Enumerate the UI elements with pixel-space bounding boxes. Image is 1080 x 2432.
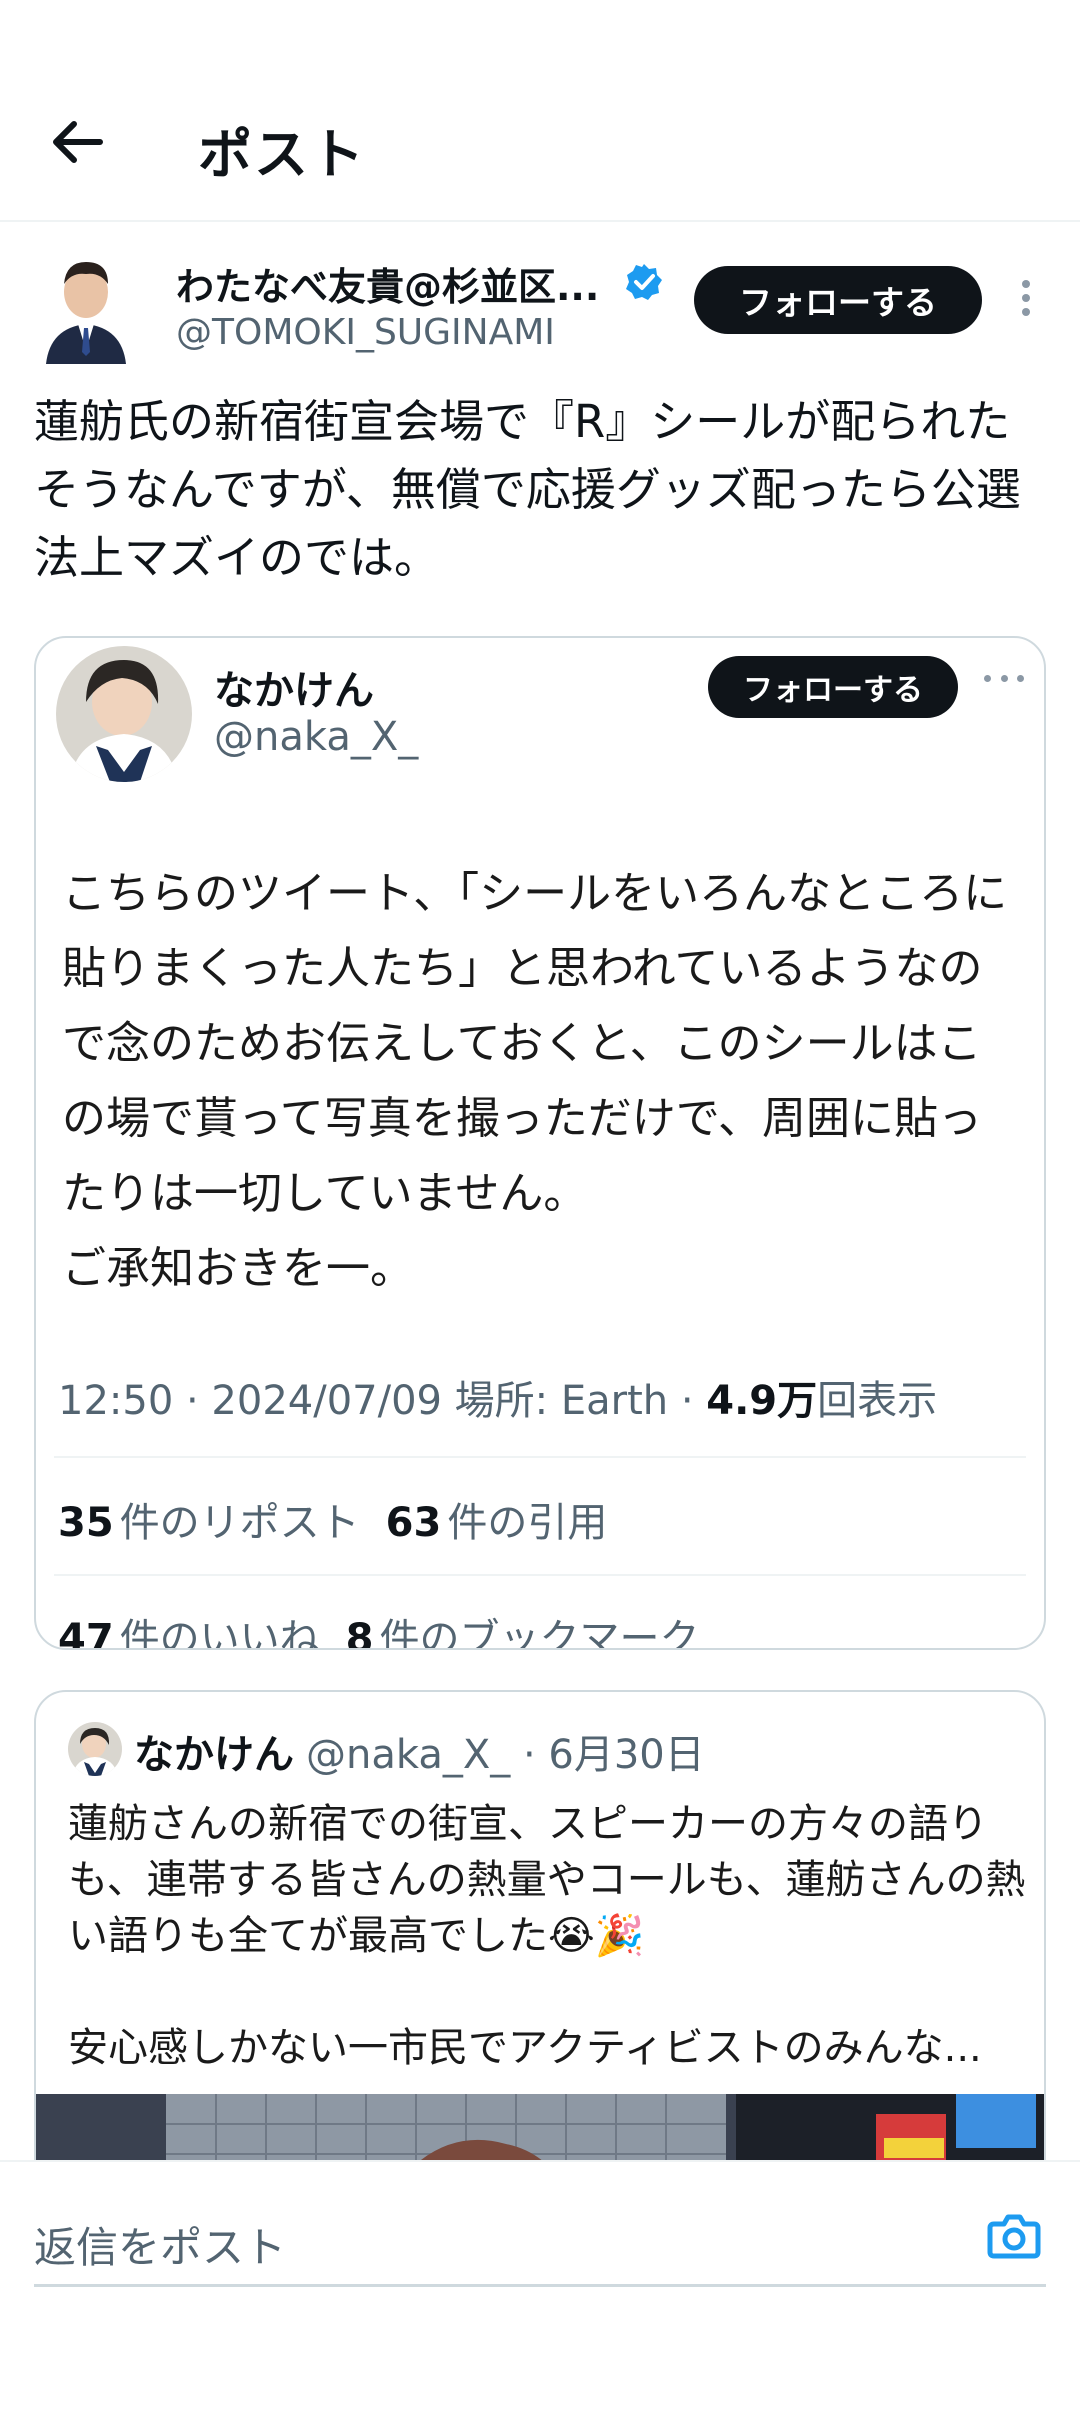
quoted-post-meta: 12:50 · 2024/07/09 場所: Earth · 4.9万回表示: [58, 1368, 937, 1426]
views-label: 回表示: [817, 1378, 938, 1424]
engagement-stats-row-2: 47 件のいいね 8 件のブックマーク: [58, 1606, 700, 1648]
reply-underline: [34, 2284, 1046, 2287]
divider: [54, 1456, 1026, 1458]
back-button[interactable]: [48, 112, 108, 172]
quoted-author-name[interactable]: なかけん: [214, 658, 374, 716]
quotes-stat[interactable]: 63 件の引用: [386, 1500, 608, 1546]
page-title: ポスト: [198, 123, 366, 186]
reposts-stat[interactable]: 35 件のリポスト: [58, 1500, 360, 1546]
follow-button[interactable]: フォローする: [694, 266, 982, 334]
nested-post-text: 蓮舫さんの新宿での街宣、スピーカーの方々の語りも、連帯する皆さんの熱量やコールも…: [68, 1801, 1026, 2071]
author-handle[interactable]: @TOMOKI_SUGINAMI: [176, 312, 555, 353]
nested-author-avatar: [68, 1722, 122, 1776]
views-count: 4.9万: [706, 1378, 818, 1424]
author-avatar[interactable]: [38, 254, 134, 364]
post-text: 蓮舫氏の新宿街宣会場で『R』シールが配られたそうなんですが、無償で応援グッズ配っ…: [34, 395, 1021, 584]
nested-author-line: なかけん @naka_X_ · 6月30日: [134, 1722, 705, 1780]
quoted-more-options-icon[interactable]: [984, 668, 1024, 688]
nested-post-date: · 6月30日: [522, 1732, 705, 1778]
reply-composer: 返信をポスト: [0, 2160, 1080, 2432]
quoted-post-card[interactable]: なかけん @naka_X_ フォローする こちらのツイート、「シールをいろんなと…: [34, 636, 1046, 1650]
arrow-left-icon: [53, 121, 103, 163]
verified-badge-icon: [624, 262, 664, 302]
reply-input[interactable]: 返信をポスト: [34, 2214, 286, 2275]
quoted-author-handle[interactable]: @naka_X_: [214, 714, 418, 760]
author-name[interactable]: わたなべ友貴@杉並区...: [176, 256, 599, 311]
more-options-icon[interactable]: [1008, 276, 1044, 324]
quoted-follow-button[interactable]: フォローする: [708, 656, 958, 718]
nested-author-handle: @naka_X_: [306, 1732, 511, 1778]
timestamp-location: 12:50 · 2024/07/09 場所: Earth ·: [58, 1378, 707, 1424]
bookmarks-stat[interactable]: 8 件のブックマーク: [346, 1616, 700, 1648]
nested-author-name: なかけん: [134, 1732, 294, 1778]
divider: [54, 1574, 1026, 1576]
quoted-author-avatar[interactable]: [56, 646, 192, 782]
camera-icon[interactable]: [984, 2206, 1044, 2266]
quoted-post-text: こちらのツイート、「シールをいろんなところに貼りまくった人たち」と思われているよ…: [62, 868, 1008, 1294]
top-app-bar: ポスト: [0, 0, 1080, 222]
likes-stat[interactable]: 47 件のいいね: [58, 1616, 320, 1648]
engagement-stats-row: 35 件のリポスト 63 件の引用: [58, 1490, 607, 1548]
